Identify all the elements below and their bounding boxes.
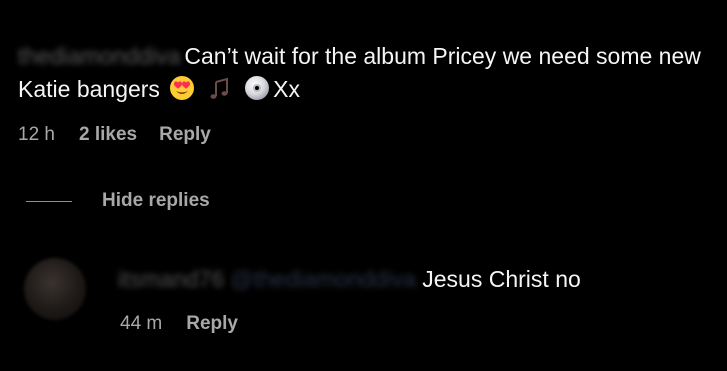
reply-avatar[interactable] [24, 258, 86, 320]
dvd-emoji-icon [244, 75, 270, 110]
reply-mention[interactable]: @thediamonddiva [230, 263, 416, 296]
hide-replies-row[interactable]: Hide replies [26, 190, 210, 212]
hide-replies-button[interactable]: Hide replies [102, 190, 210, 212]
comment-likes[interactable]: 2 likes [79, 124, 137, 146]
comment-body: thediamonddiva Can’t wait for the album P… [18, 40, 708, 110]
comment-meta: 12 h 2 likes Reply [18, 124, 211, 146]
comment-time: 12 h [18, 124, 55, 145]
reply-username[interactable]: itsmand76 [118, 263, 224, 296]
heart-eyes-emoji-icon [169, 75, 195, 110]
reply-body: itsmand76 @thediamonddiva Jesus Christ no [118, 263, 581, 296]
divider-line [26, 200, 72, 202]
comment-suffix: Xx [273, 76, 300, 102]
reply-text: Jesus Christ no [422, 266, 581, 292]
reply-meta: 44 m Reply [120, 313, 238, 335]
reply-time: 44 m [120, 313, 163, 334]
comment-reply-button[interactable]: Reply [159, 124, 211, 146]
comment-username[interactable]: thediamonddiva [18, 40, 180, 73]
reply-reply-button[interactable]: Reply [186, 313, 238, 335]
music-notes-emoji-icon [208, 77, 232, 110]
